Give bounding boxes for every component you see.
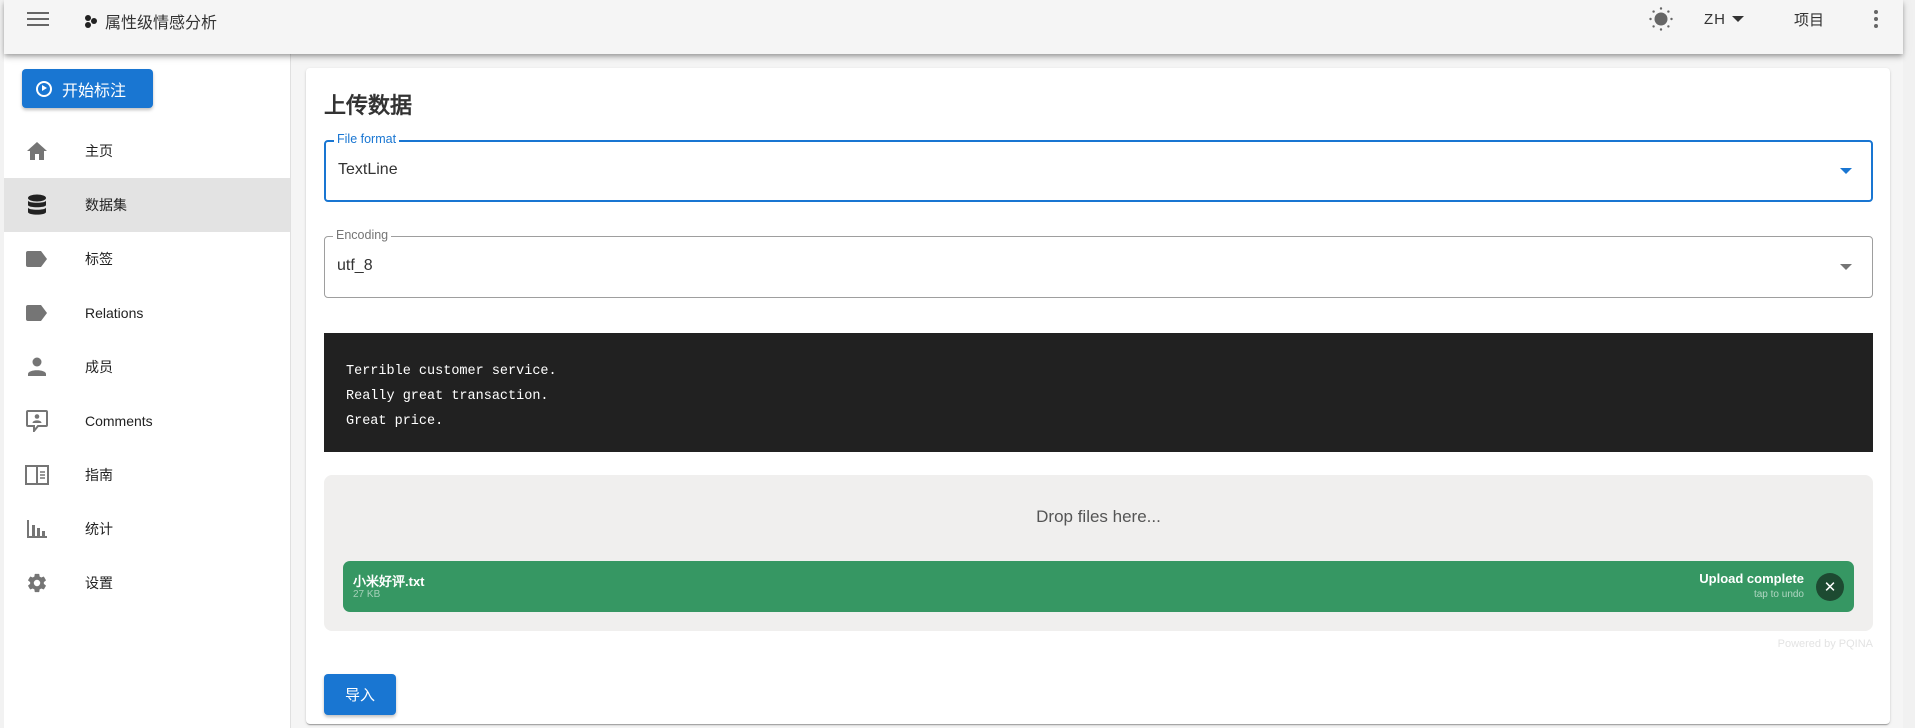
app-brand[interactable]: 属性级情感分析 — [84, 9, 217, 33]
import-button[interactable]: 导入 — [324, 674, 396, 715]
dropzone-placeholder: Drop files here... — [1036, 507, 1161, 526]
upload-status: Upload complete — [1699, 571, 1804, 586]
file-size: 27 KB — [353, 589, 381, 600]
chevron-down-icon — [1840, 264, 1852, 270]
sidebar-item-label: Comments — [85, 413, 153, 429]
chevron-down-icon — [1840, 168, 1852, 174]
sidebar-item-home[interactable]: 主页 — [4, 124, 290, 178]
page-scrollbar[interactable] — [1903, 0, 1915, 728]
play-circle-icon — [36, 80, 52, 97]
example-line: Great price. — [346, 414, 444, 429]
language-label: ZH — [1704, 10, 1726, 28]
encoding-select[interactable]: Encoding utf_8 — [324, 228, 1873, 298]
sidebar-item-settings[interactable]: 设置 — [4, 556, 290, 610]
chevron-down-icon — [1732, 16, 1744, 22]
start-annotation-label: 开始标注 — [62, 82, 127, 100]
sidebar-item-label: 统计 — [85, 521, 113, 537]
sidebar-item-dataset[interactable]: 数据集 — [4, 178, 290, 232]
sidebar-item-label: 数据集 — [85, 197, 127, 213]
hexagon-dots-logo-icon — [84, 14, 98, 28]
encoding-label: Encoding — [333, 228, 392, 242]
file-format-value: TextLine — [338, 161, 398, 178]
label-icon — [25, 247, 49, 271]
sidebar: 开始标注 主页 数据集 标签 Relations 成员 Comments 指南 … — [4, 54, 291, 728]
example-line: Really great transaction. — [346, 389, 549, 404]
sidebar-item-label: 主页 — [85, 143, 113, 159]
file-format-select[interactable]: File format TextLine — [324, 132, 1873, 202]
label-icon — [25, 301, 49, 325]
uploaded-file-item: 小米好评.txt 27 KB Upload complete tap to un… — [343, 561, 1854, 612]
file-format-label: File format — [334, 132, 400, 146]
start-annotation-button[interactable]: 开始标注 — [22, 69, 153, 108]
sidebar-item-label: 设置 — [85, 575, 113, 591]
gear-icon — [25, 571, 49, 595]
chart-bar-icon — [25, 517, 49, 541]
sidebar-item-label: 标签 — [85, 251, 113, 267]
sidebar-item-label: 成员 — [85, 359, 113, 375]
sidebar-item-statistics[interactable]: 统计 — [4, 502, 290, 556]
app-bar: 属性级情感分析 ZH 项目 — [4, 0, 1903, 54]
sidebar-item-comments[interactable]: Comments — [4, 394, 290, 448]
sidebar-item-members[interactable]: 成员 — [4, 340, 290, 394]
more-vertical-icon[interactable] — [1870, 0, 1882, 38]
example-line: Terrible customer service. — [346, 364, 557, 379]
page-title: 上传数据 — [324, 93, 413, 118]
sidebar-item-relations[interactable]: Relations — [4, 286, 290, 340]
app-title: 属性级情感分析 — [105, 15, 218, 32]
hamburger-menu-icon[interactable] — [24, 9, 52, 29]
sidebar-item-label: Relations — [85, 305, 144, 321]
comment-account-icon — [25, 409, 49, 433]
person-icon — [25, 355, 49, 379]
file-dropzone[interactable]: Drop files here... 小米好评.txt 27 KB Upload… — [324, 475, 1873, 631]
encoding-value: utf_8 — [337, 257, 373, 274]
database-icon — [25, 193, 49, 217]
projects-label: 项目 — [1794, 11, 1825, 29]
upload-card: 上传数据 File format TextLine Encoding utf_8… — [306, 68, 1890, 724]
sidebar-item-labels[interactable]: 标签 — [4, 232, 290, 286]
powered-by-credit[interactable]: Powered by PQINA — [1778, 638, 1873, 650]
sidebar-item-guideline[interactable]: 指南 — [4, 448, 290, 502]
theme-toggle-button[interactable] — [1647, 0, 1675, 38]
file-name: 小米好评.txt — [353, 574, 425, 589]
home-icon — [25, 139, 49, 163]
projects-button[interactable]: 项目 — [1794, 0, 1824, 38]
format-example-preview: Terrible customer service. Really great … — [324, 333, 1873, 452]
book-open-icon — [25, 463, 49, 487]
sun-brightness-icon — [1649, 7, 1673, 31]
upload-sub-status: tap to undo — [1753, 589, 1804, 600]
language-selector[interactable]: ZH — [1704, 0, 1744, 38]
sidebar-item-label: 指南 — [85, 467, 113, 483]
close-icon[interactable]: ✕ — [1816, 573, 1844, 601]
